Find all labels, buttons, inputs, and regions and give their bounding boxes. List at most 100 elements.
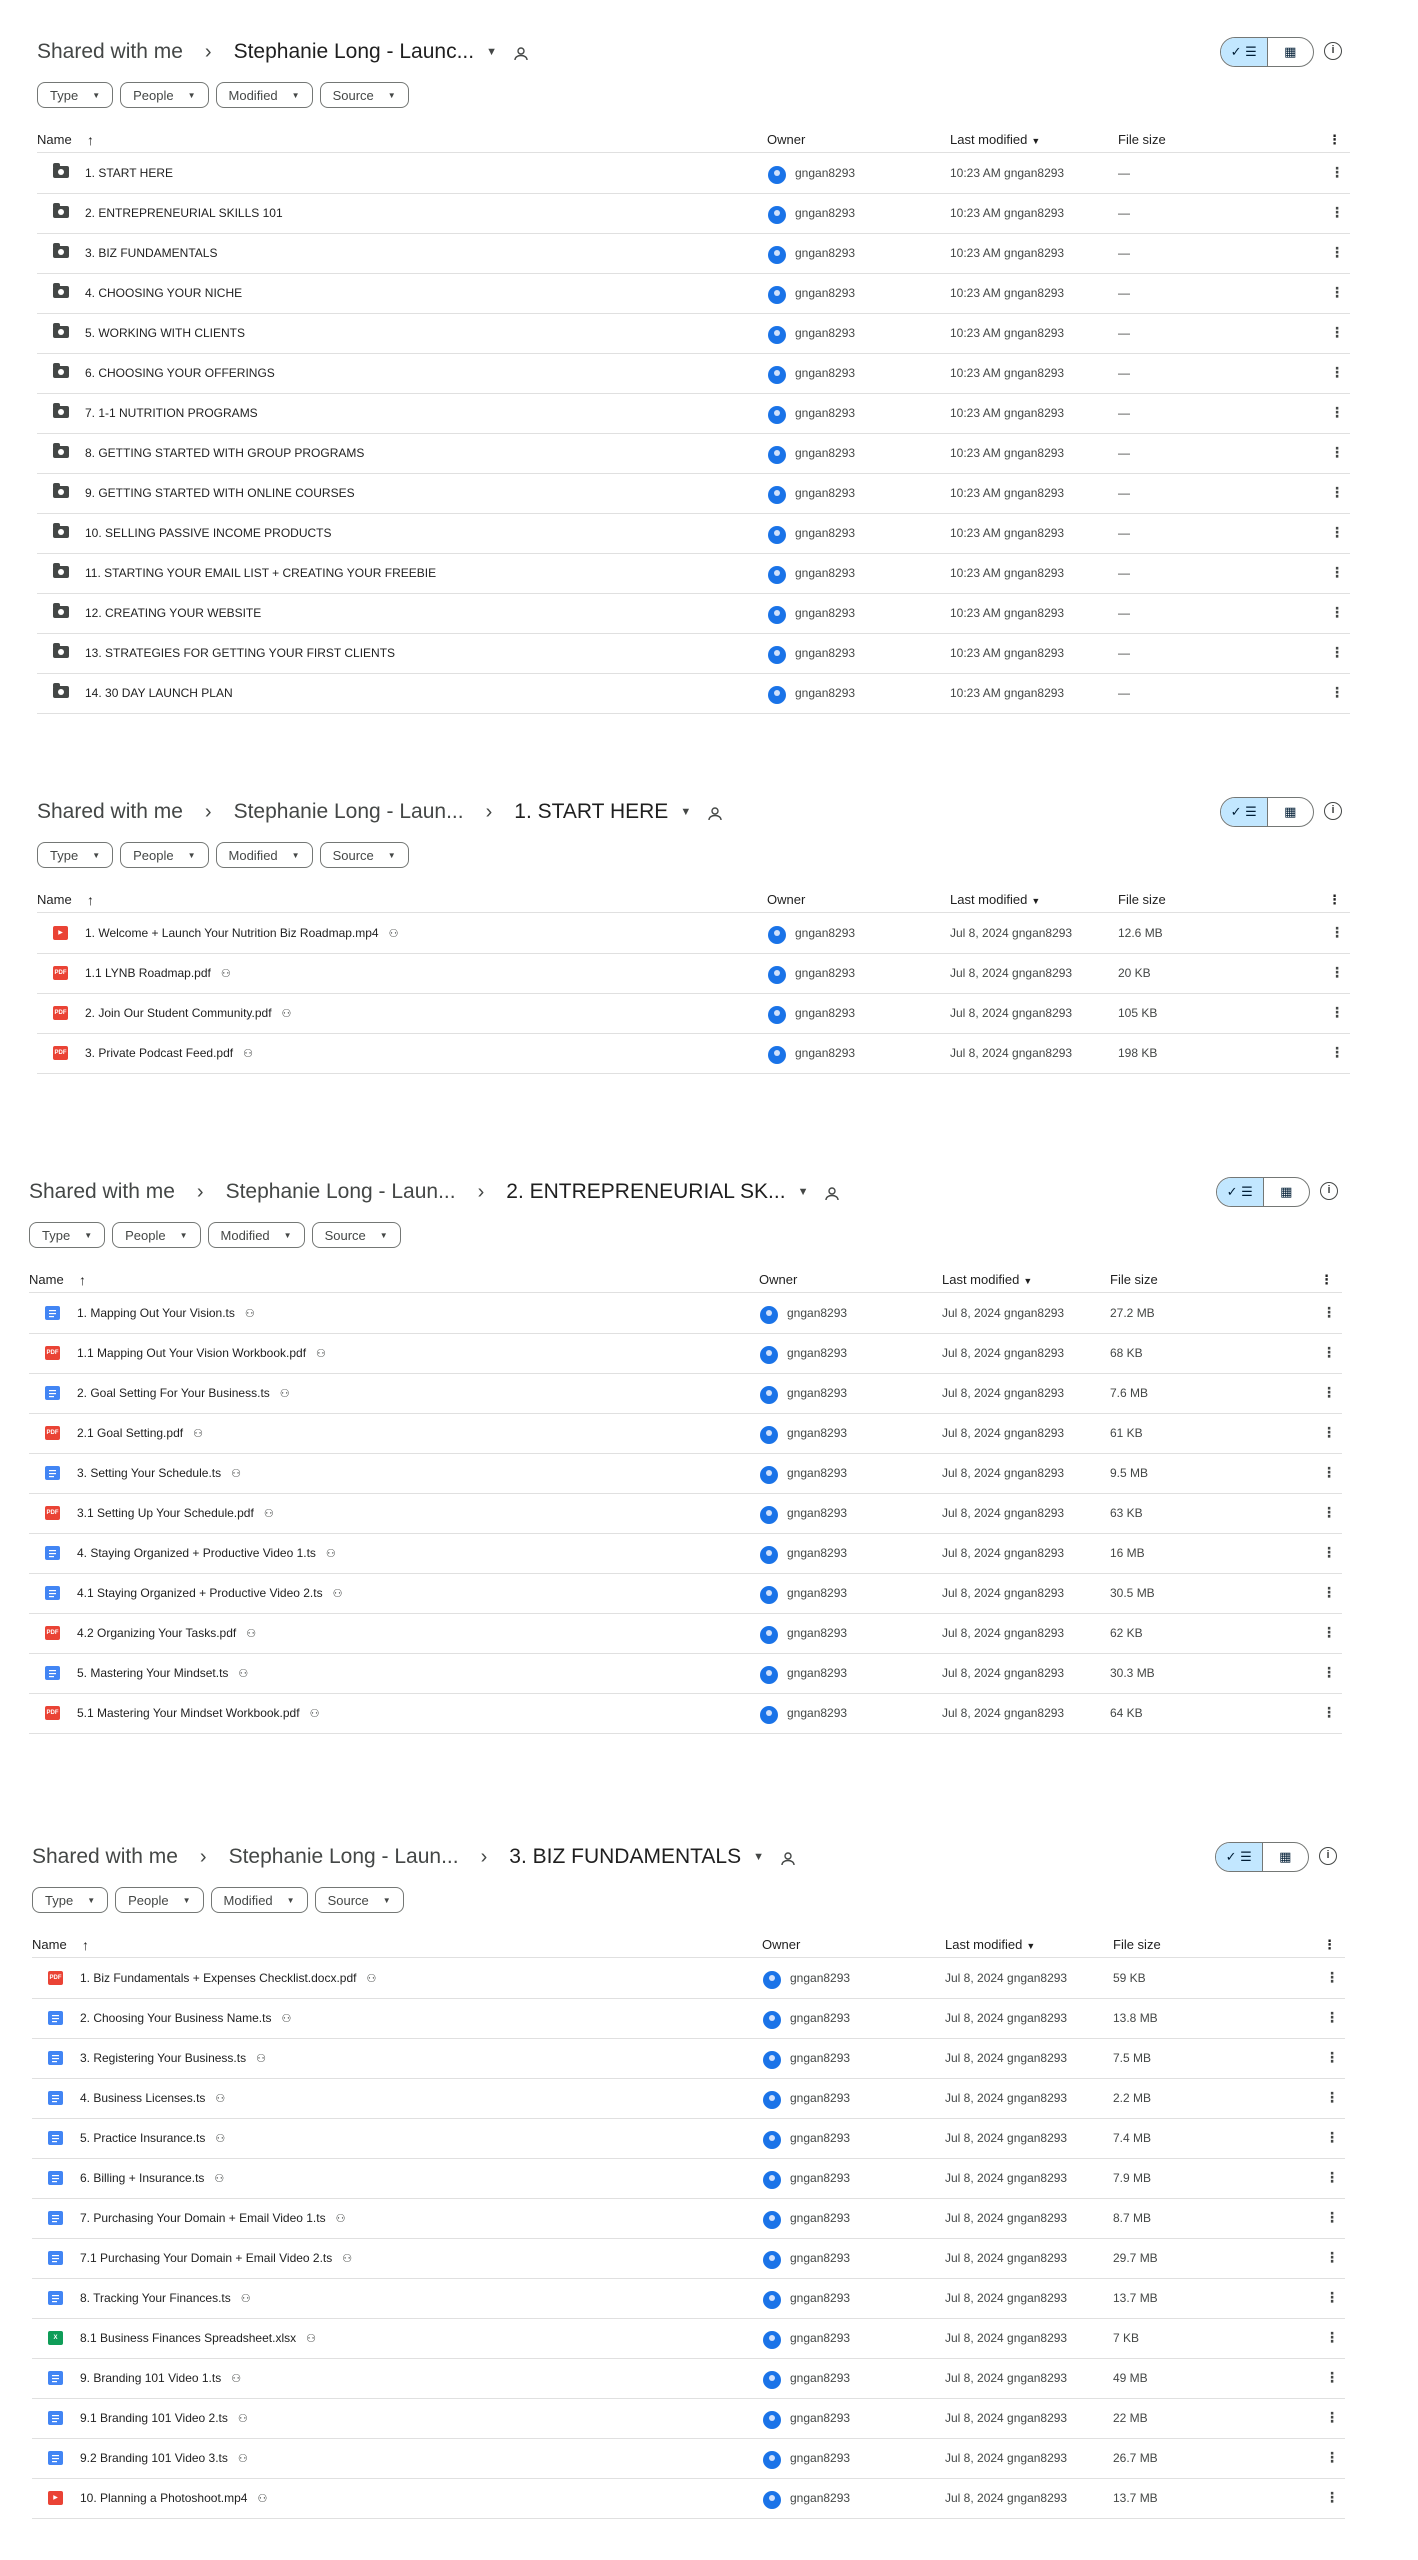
- column-options-icon[interactable]: ⋮: [1323, 1937, 1336, 1953]
- more-actions-icon[interactable]: ⋮: [1330, 604, 1344, 621]
- file-name[interactable]: 1. Biz Fundamentals + Expenses Checklist…: [80, 1971, 376, 1985]
- sort-ascending-icon[interactable]: ↑: [87, 132, 94, 148]
- file-name[interactable]: 7. Purchasing Your Domain + Email Video …: [80, 2211, 345, 2225]
- folder-row[interactable]: 9. GETTING STARTED WITH ONLINE COURSES gn…: [37, 473, 1350, 514]
- file-name[interactable]: 12. CREATING YOUR WEBSITE: [85, 606, 261, 620]
- more-actions-icon[interactable]: ⋮: [1330, 684, 1344, 701]
- file-name[interactable]: 6. CHOOSING YOUR OFFERINGS: [85, 366, 275, 380]
- file-row[interactable]: 9.1 Branding 101 Video 2.ts ⚇ gngan8293 Jul…: [32, 2398, 1345, 2439]
- breadcrumb-item[interactable]: Shared with me: [29, 1180, 175, 1204]
- more-actions-icon[interactable]: ⋮: [1330, 284, 1344, 301]
- folder-row[interactable]: 7. 1-1 NUTRITION PROGRAMS gngan8293 10:23 …: [37, 393, 1350, 434]
- filter-chip-modified[interactable]: Modified ▼: [215, 82, 313, 108]
- file-row[interactable]: 5. Practice Insurance.ts ⚇ gngan8293 Jul 8,…: [32, 2118, 1345, 2159]
- folder-row[interactable]: 11. STARTING YOUR EMAIL LIST + CREATING …: [37, 553, 1350, 594]
- more-actions-icon[interactable]: ⋮: [1325, 2209, 1339, 2226]
- more-actions-icon[interactable]: ⋮: [1325, 2289, 1339, 2306]
- folder-menu-dropdown-icon[interactable]: ▼: [798, 1186, 809, 1198]
- file-name[interactable]: 1. START HERE: [85, 166, 173, 180]
- more-actions-icon[interactable]: ⋮: [1325, 2489, 1339, 2506]
- file-name[interactable]: 3. Setting Your Schedule.ts ⚇: [77, 1466, 241, 1480]
- file-name[interactable]: 4. Staying Organized + Productive Video …: [77, 1546, 336, 1560]
- file-name[interactable]: 3. Private Podcast Feed.pdf ⚇: [85, 1046, 253, 1060]
- more-actions-icon[interactable]: ⋮: [1330, 644, 1344, 661]
- info-icon[interactable]: i: [1324, 42, 1342, 60]
- filter-chip-type[interactable]: Type ▼: [29, 1222, 106, 1248]
- file-row[interactable]: PDF 1. Biz Fundamentals + Expenses Checkl…: [32, 1958, 1345, 1999]
- more-actions-icon[interactable]: ⋮: [1322, 1584, 1336, 1601]
- file-name[interactable]: 2. ENTREPRENEURIAL SKILLS 101: [85, 206, 283, 220]
- folder-row[interactable]: 6. CHOOSING YOUR OFFERINGS gngan8293 10:23…: [37, 353, 1350, 394]
- file-row[interactable]: 7. Purchasing Your Domain + Email Video …: [32, 2198, 1345, 2239]
- file-name[interactable]: 13. STRATEGIES FOR GETTING YOUR FIRST CL…: [85, 646, 395, 660]
- file-name[interactable]: 3. BIZ FUNDAMENTALS: [85, 246, 217, 260]
- current-folder-title[interactable]: Stephanie Long - Launc...: [234, 40, 475, 64]
- filter-chip-modified[interactable]: Modified ▼: [210, 1887, 308, 1913]
- list-view-button[interactable]: ✓ ☰: [1221, 798, 1268, 826]
- list-view-button[interactable]: ✓ ☰: [1217, 1178, 1264, 1206]
- info-icon[interactable]: i: [1320, 1182, 1338, 1200]
- file-row[interactable]: ▶ 1. Welcome + Launch Your Nutrition Biz …: [37, 913, 1350, 954]
- file-row[interactable]: 2. Choosing Your Business Name.ts ⚇ gngan8…: [32, 1998, 1345, 2039]
- more-actions-icon[interactable]: ⋮: [1322, 1504, 1336, 1521]
- file-name[interactable]: 4. Business Licenses.ts ⚇: [80, 2091, 225, 2105]
- more-actions-icon[interactable]: ⋮: [1322, 1344, 1336, 1361]
- file-row[interactable]: 9. Branding 101 Video 1.ts ⚇ gngan8293 Jul …: [32, 2358, 1345, 2399]
- file-name[interactable]: 5. Practice Insurance.ts ⚇: [80, 2131, 225, 2145]
- file-row[interactable]: 3. Setting Your Schedule.ts ⚇ gngan8293 Jul…: [29, 1453, 1342, 1494]
- folder-row[interactable]: 12. CREATING YOUR WEBSITE gngan8293 10:23 …: [37, 593, 1350, 634]
- file-name[interactable]: 8. Tracking Your Finances.ts ⚇: [80, 2291, 251, 2305]
- filter-chip-modified[interactable]: Modified ▼: [207, 1222, 305, 1248]
- filter-chip-source[interactable]: Source ▼: [319, 842, 409, 868]
- more-actions-icon[interactable]: ⋮: [1330, 404, 1344, 421]
- file-name[interactable]: 6. Billing + Insurance.ts ⚇: [80, 2171, 224, 2185]
- breadcrumb-item[interactable]: Shared with me: [37, 800, 183, 824]
- more-actions-icon[interactable]: ⋮: [1325, 1969, 1339, 1986]
- more-actions-icon[interactable]: ⋮: [1325, 2089, 1339, 2106]
- file-row[interactable]: X 8.1 Business Finances Spreadsheet.xlsx ⚇…: [32, 2318, 1345, 2359]
- file-row[interactable]: 4. Staying Organized + Productive Video …: [29, 1533, 1342, 1574]
- more-actions-icon[interactable]: ⋮: [1330, 564, 1344, 581]
- file-row[interactable]: 9.2 Branding 101 Video 3.ts ⚇ gngan8293 Jul…: [32, 2438, 1345, 2479]
- file-name[interactable]: 3. Registering Your Business.ts ⚇: [80, 2051, 266, 2065]
- breadcrumb-item[interactable]: Shared with me: [37, 40, 183, 64]
- more-actions-icon[interactable]: ⋮: [1322, 1304, 1336, 1321]
- folder-row[interactable]: 13. STRATEGIES FOR GETTING YOUR FIRST CL…: [37, 633, 1350, 674]
- file-row[interactable]: PDF 4.2 Organizing Your Tasks.pdf ⚇ gngan82…: [29, 1613, 1342, 1654]
- folder-row[interactable]: 14. 30 DAY LAUNCH PLAN gngan8293 10:23 AM …: [37, 673, 1350, 714]
- file-name[interactable]: 2. Goal Setting For Your Business.ts ⚇: [77, 1386, 290, 1400]
- column-options-icon[interactable]: ⋮: [1328, 892, 1341, 908]
- more-actions-icon[interactable]: ⋮: [1322, 1704, 1336, 1721]
- file-name[interactable]: 5.1 Mastering Your Mindset Workbook.pdf ⚇: [77, 1706, 319, 1720]
- filter-chip-source[interactable]: Source ▼: [314, 1887, 404, 1913]
- folder-row[interactable]: 4. CHOOSING YOUR NICHE gngan8293 10:23 AM …: [37, 273, 1350, 314]
- more-actions-icon[interactable]: ⋮: [1322, 1384, 1336, 1401]
- filter-chip-people[interactable]: People ▼: [115, 1887, 204, 1913]
- file-row[interactable]: 5. Mastering Your Mindset.ts ⚇ gngan8293 Ju…: [29, 1653, 1342, 1694]
- file-row[interactable]: 8. Tracking Your Finances.ts ⚇ gngan8293 Ju…: [32, 2278, 1345, 2319]
- folder-row[interactable]: 8. GETTING STARTED WITH GROUP PROGRAMS gn…: [37, 433, 1350, 474]
- file-name[interactable]: 2. Choosing Your Business Name.ts ⚇: [80, 2011, 291, 2025]
- file-name[interactable]: 2. Join Our Student Community.pdf ⚇: [85, 1006, 291, 1020]
- more-actions-icon[interactable]: ⋮: [1325, 2409, 1339, 2426]
- more-actions-icon[interactable]: ⋮: [1322, 1664, 1336, 1681]
- file-row[interactable]: 6. Billing + Insurance.ts ⚇ gngan8293 Jul 8…: [32, 2158, 1345, 2199]
- info-icon[interactable]: i: [1319, 1847, 1337, 1865]
- current-folder-title[interactable]: 2. ENTREPRENEURIAL SK...: [506, 1180, 785, 1204]
- file-name[interactable]: 9.2 Branding 101 Video 3.ts ⚇: [80, 2451, 248, 2465]
- filter-chip-modified[interactable]: Modified ▼: [215, 842, 313, 868]
- file-name[interactable]: 9. GETTING STARTED WITH ONLINE COURSES: [85, 486, 355, 500]
- more-actions-icon[interactable]: ⋮: [1330, 364, 1344, 381]
- grid-view-button[interactable]: ▦: [1268, 38, 1314, 66]
- file-name[interactable]: 1. Mapping Out Your Vision.ts ⚇: [77, 1306, 255, 1320]
- file-row[interactable]: PDF 5.1 Mastering Your Mindset Workbook.p…: [29, 1693, 1342, 1734]
- file-name[interactable]: 10. SELLING PASSIVE INCOME PRODUCTS: [85, 526, 332, 540]
- file-name[interactable]: 7.1 Purchasing Your Domain + Email Video…: [80, 2251, 352, 2265]
- more-actions-icon[interactable]: ⋮: [1325, 2049, 1339, 2066]
- more-actions-icon[interactable]: ⋮: [1322, 1464, 1336, 1481]
- folder-menu-dropdown-icon[interactable]: ▼: [753, 1851, 764, 1863]
- file-name[interactable]: 4.1 Staying Organized + Productive Video…: [77, 1586, 342, 1600]
- more-actions-icon[interactable]: ⋮: [1330, 924, 1344, 941]
- file-name[interactable]: 1.1 Mapping Out Your Vision Workbook.pdf…: [77, 1346, 326, 1360]
- more-actions-icon[interactable]: ⋮: [1325, 2329, 1339, 2346]
